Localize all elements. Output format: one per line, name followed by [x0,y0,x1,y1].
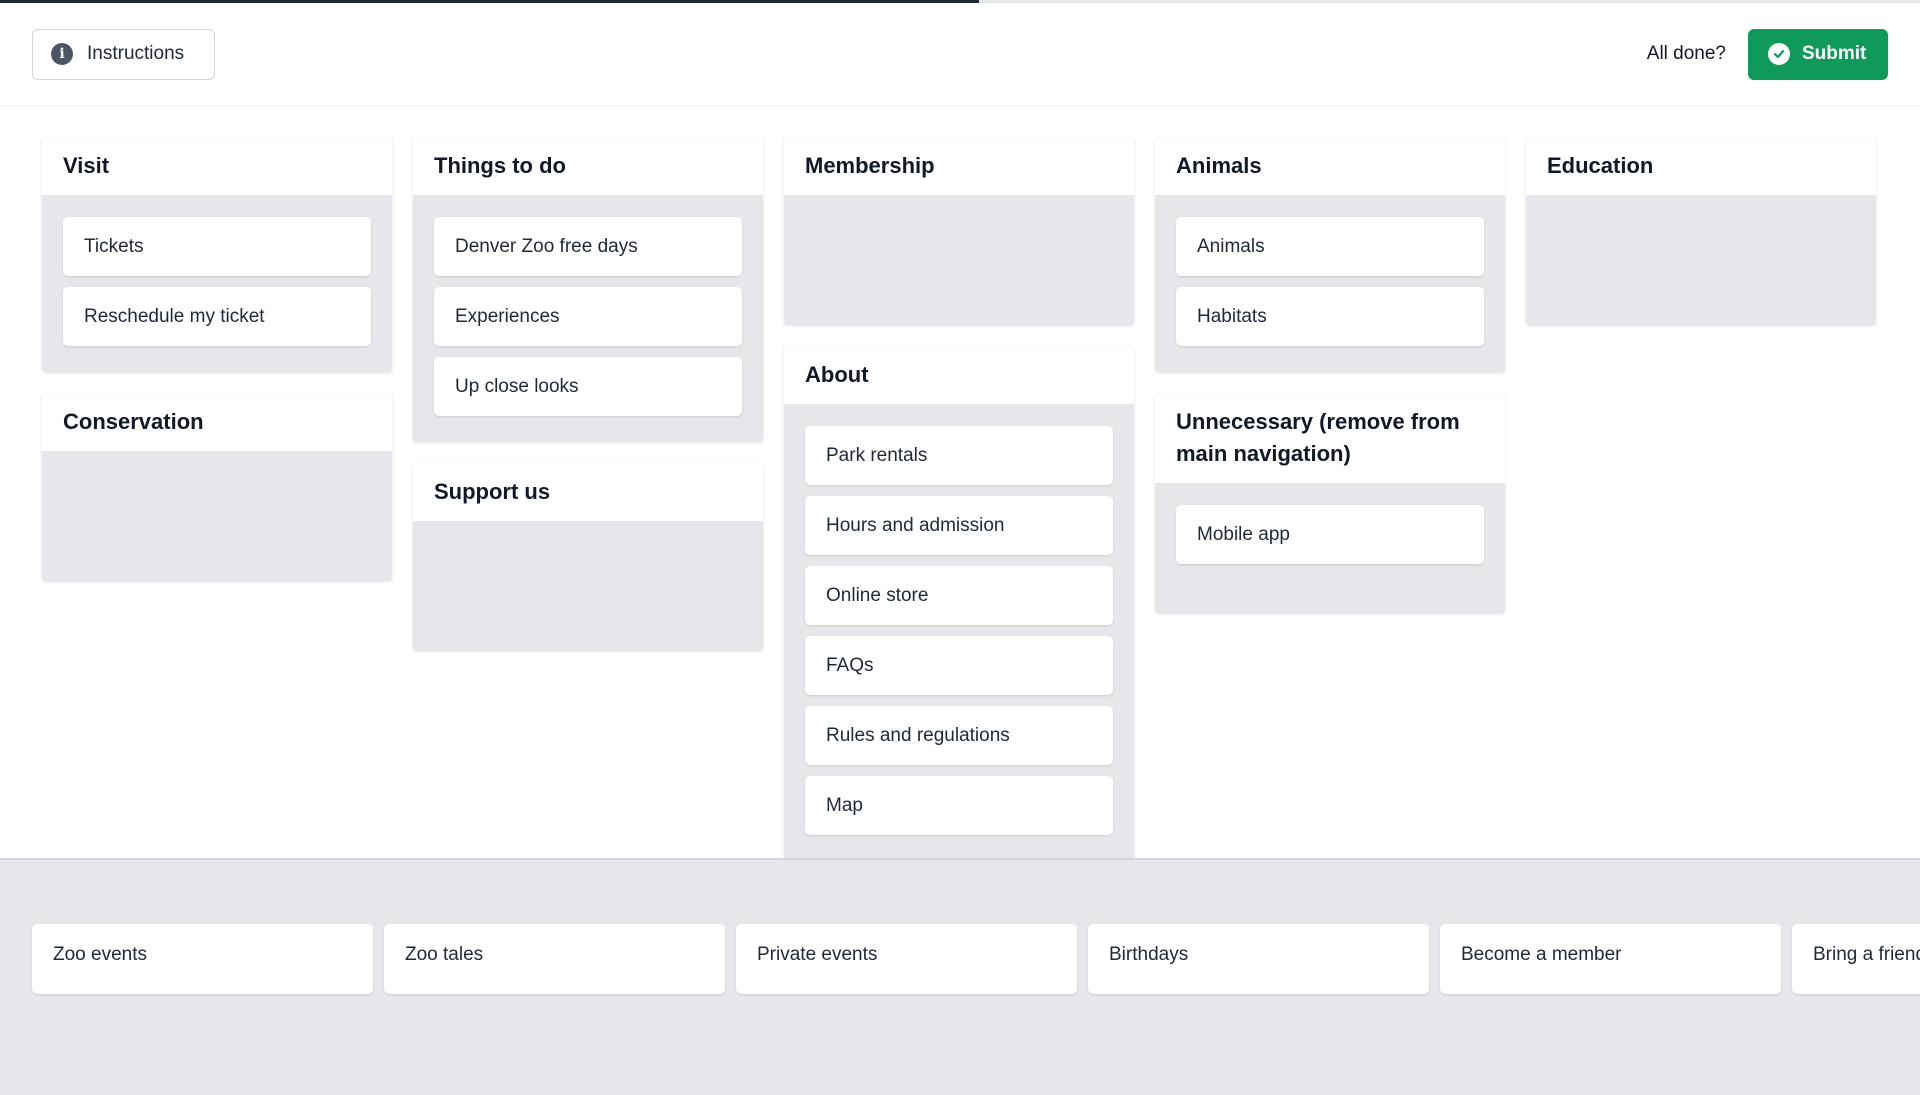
sorted-card[interactable]: Habitats [1176,287,1484,346]
sorted-card[interactable]: Online store [805,566,1113,625]
check-circle-icon [1768,43,1790,65]
category-drop-zone[interactable]: Animals Habitats [1155,195,1505,372]
category-drop-zone[interactable]: Tickets Reschedule my ticket [42,195,392,372]
submit-button[interactable]: Submit [1748,28,1888,80]
info-icon: i [51,43,73,65]
board-column: Membership About Park rentals Hours and adm… [784,137,1134,861]
sorted-card[interactable]: Hours and admission [805,496,1113,555]
category-title: About [784,346,1134,404]
unsorted-cards-list: Zoo events Zoo tales Private events Birthda… [32,924,1920,994]
category-title: Things to do [413,137,763,195]
category-education[interactable]: Education [1526,137,1876,325]
unsorted-card[interactable]: Birthdays [1088,924,1429,994]
sorted-card[interactable]: FAQs [805,636,1113,695]
category-title: Support us [413,463,763,521]
category-unnecessary-remove-from-main-navigation[interactable]: Unnecessary (remove from main navigation… [1155,393,1505,613]
category-drop-zone[interactable] [1526,195,1876,325]
header-actions: All done? Submit [1646,28,1888,80]
sorted-card[interactable]: Denver Zoo free days [434,217,742,276]
category-title: Conservation [42,393,392,451]
category-membership[interactable]: Membership [784,137,1134,325]
top-toolbar: i Instructions All done? Submit [0,3,1920,106]
category-title: Membership [784,137,1134,195]
unsorted-card[interactable]: Zoo tales [384,924,725,994]
category-title: Education [1526,137,1876,195]
instructions-button[interactable]: i Instructions [32,28,215,80]
category-visit[interactable]: Visit Tickets Reschedule my ticket [42,137,392,372]
category-drop-zone[interactable]: Denver Zoo free days Experiences Up close … [413,195,763,442]
unsorted-card[interactable]: Bring a friend days) [1792,924,1920,994]
category-drop-zone[interactable] [784,195,1134,325]
all-done-label: All done? [1646,43,1726,64]
sorted-card[interactable]: Park rentals [805,426,1113,485]
category-title: Animals [1155,137,1505,195]
category-animals[interactable]: Animals Animals Habitats [1155,137,1505,372]
unsorted-card[interactable]: Zoo events [32,924,373,994]
unsorted-card[interactable]: Private events [736,924,1077,994]
category-drop-zone[interactable]: Park rentals Hours and admission Online st… [784,404,1134,861]
sorted-card[interactable]: Reschedule my ticket [63,287,371,346]
sorted-card[interactable]: Mobile app [1176,505,1484,564]
sorted-card[interactable]: Tickets [63,217,371,276]
category-board: Visit Tickets Reschedule my ticket Conserva… [0,106,1920,861]
unsorted-card[interactable]: Become a member [1440,924,1781,994]
category-drop-zone[interactable]: Mobile app [1155,483,1505,613]
submit-label: Submit [1802,43,1867,64]
category-about[interactable]: About Park rentals Hours and admission Onli… [784,346,1134,861]
sorted-card[interactable]: Rules and regulations [805,706,1113,765]
board-column: Things to do Denver Zoo free days Experien… [413,137,763,651]
category-support-us[interactable]: Support us [413,463,763,651]
board-column: Visit Tickets Reschedule my ticket Conserva… [42,137,392,581]
instructions-label: Instructions [87,43,185,64]
board-column: Animals Animals Habitats Unnecessary (remov… [1155,137,1505,613]
sorted-card[interactable]: Experiences [434,287,742,346]
category-drop-zone[interactable] [413,521,763,651]
sorted-card[interactable]: Up close looks [434,357,742,416]
category-conservation[interactable]: Conservation [42,393,392,581]
sorted-card[interactable]: Animals [1176,217,1484,276]
category-title: Unnecessary (remove from main navigation… [1155,393,1505,483]
category-drop-zone[interactable] [42,451,392,581]
board-column: Education [1526,137,1876,325]
category-title: Visit [42,137,392,195]
category-things-to-do[interactable]: Things to do Denver Zoo free days Experien… [413,137,763,442]
sorted-card[interactable]: Map [805,776,1113,835]
unsorted-cards-tray[interactable]: Zoo events Zoo tales Private events Birthda… [0,858,1920,1095]
